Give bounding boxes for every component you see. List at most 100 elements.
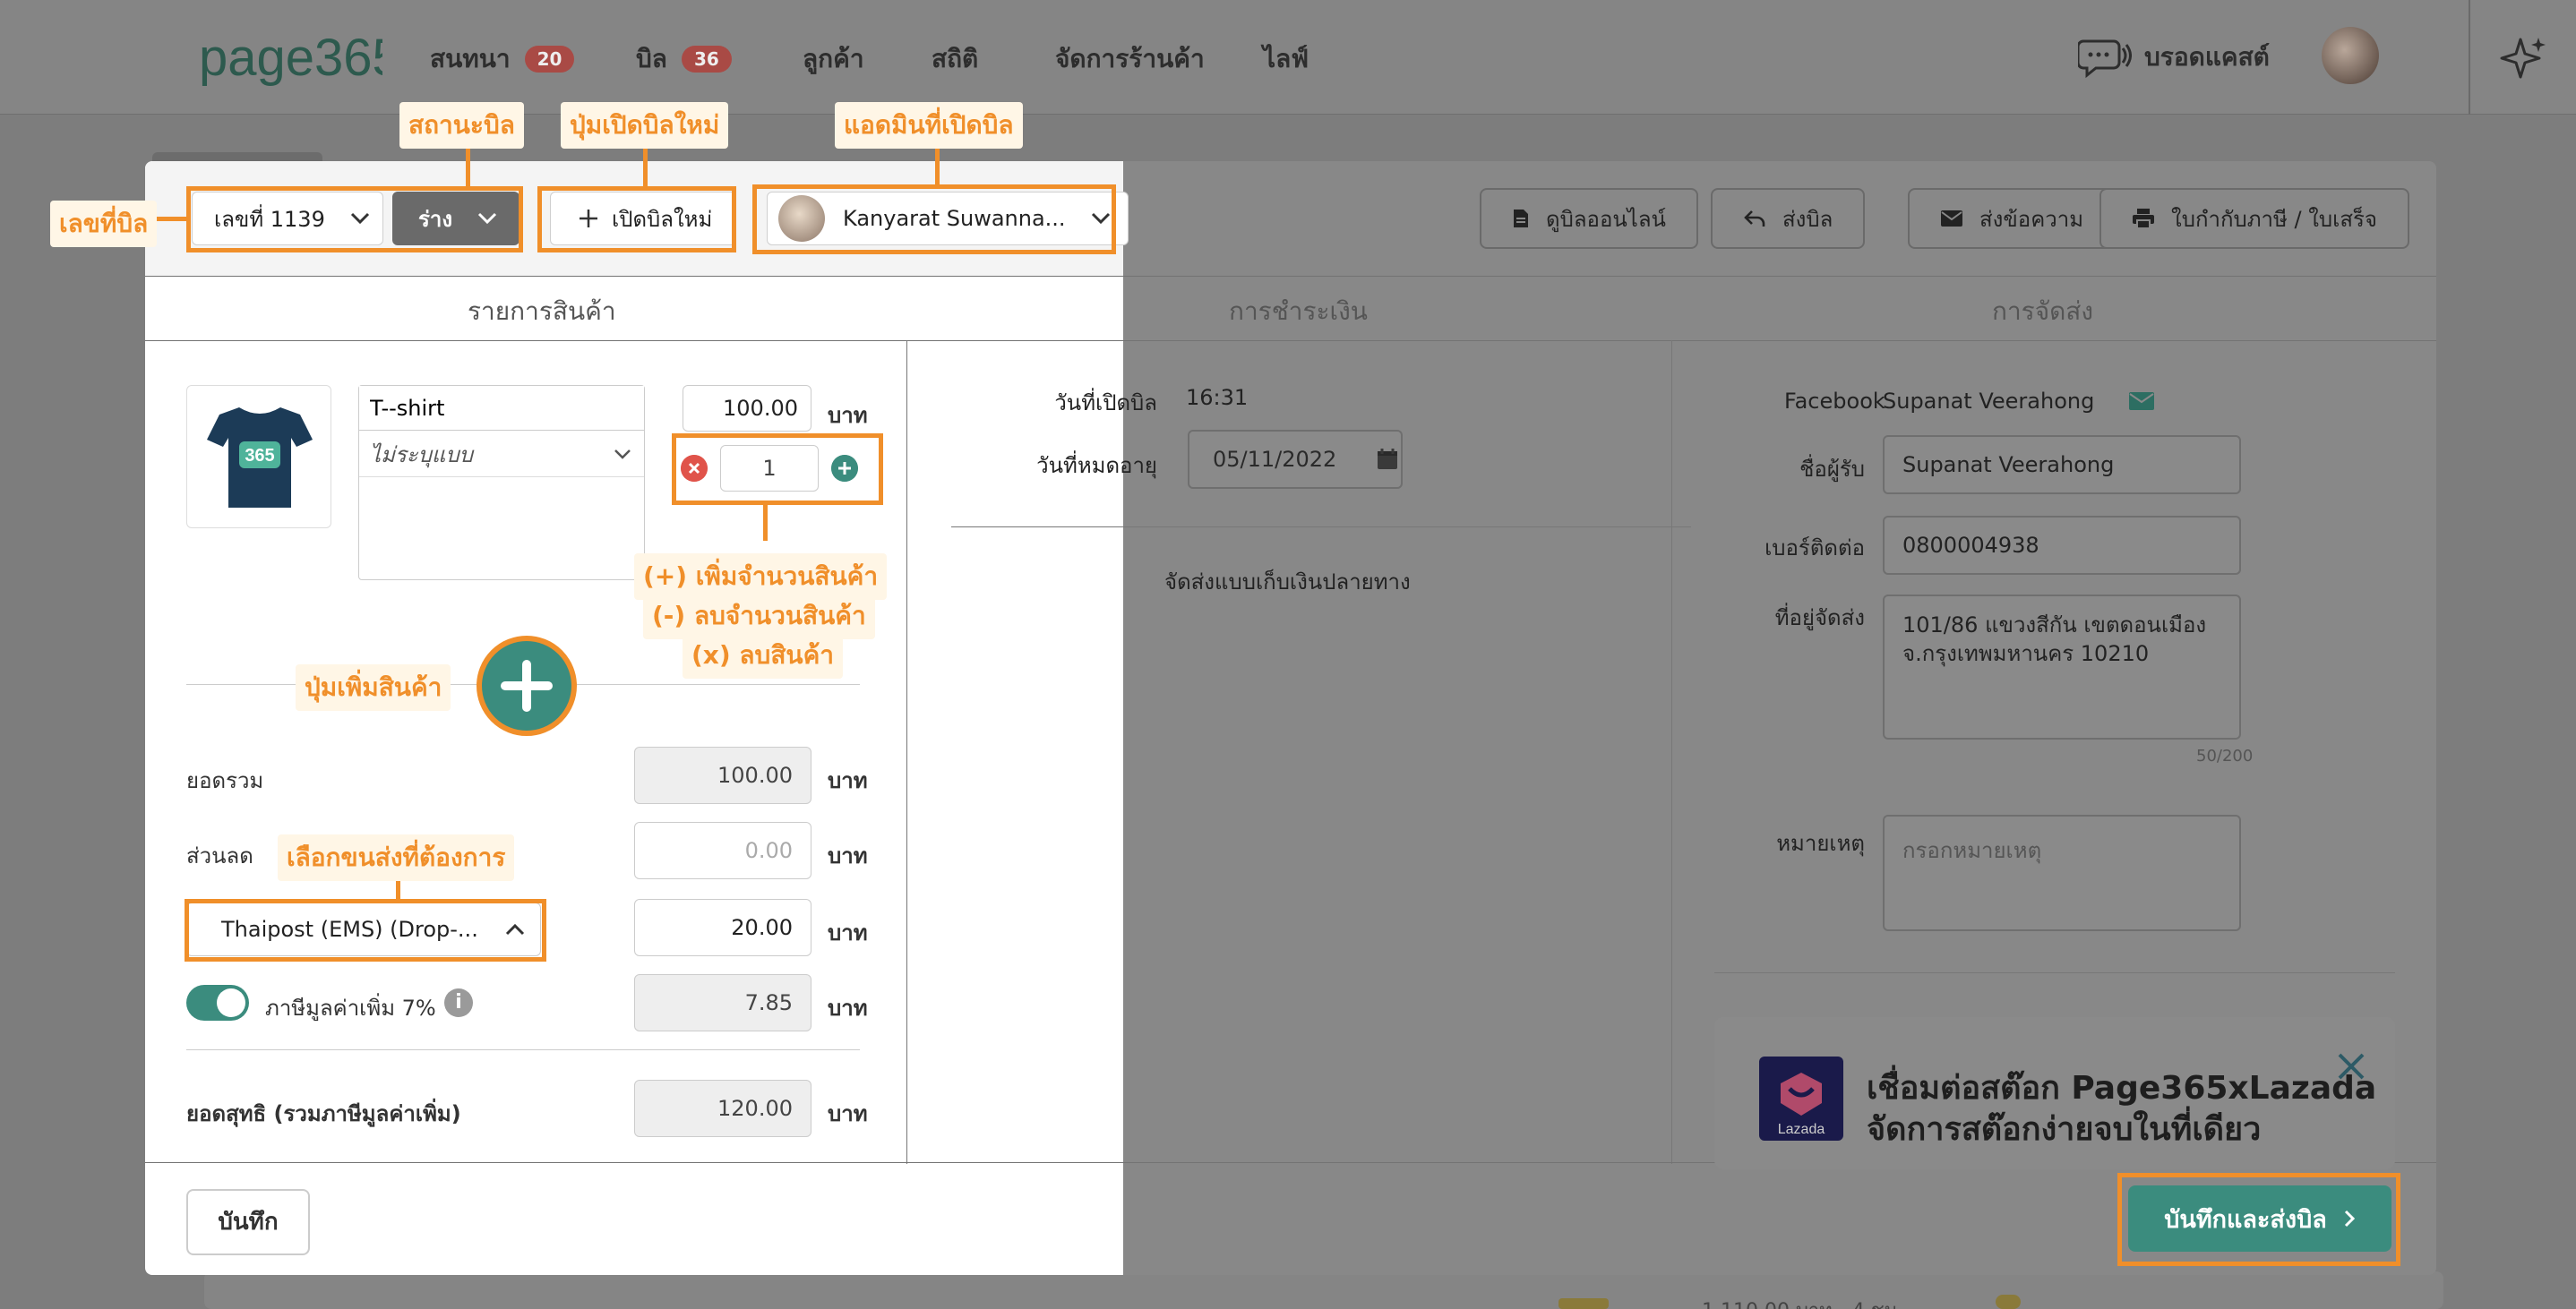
tab-products: รายการสินค้า	[468, 296, 616, 326]
broadcast-button[interactable]: บรอดแคสต์	[2078, 32, 2270, 82]
nav-stats[interactable]: สถิติ	[932, 39, 978, 79]
reply-icon	[1744, 210, 1765, 227]
nav-live-label: ไลฟ์	[1263, 44, 1309, 73]
send-message-button[interactable]: ส่งข้อความ	[1908, 188, 2117, 249]
recipient-label: ชื่อผู้รับ	[1799, 457, 1865, 482]
nav-live[interactable]: ไลฟ์	[1263, 39, 1309, 79]
discount-input[interactable]: 0.00	[634, 822, 811, 879]
plus-icon	[501, 660, 553, 712]
admin-highlight	[752, 184, 1116, 254]
net-total-label: ยอดสุทธิ (รวมภาษีมูลค่าเพิ่ม)	[186, 1101, 461, 1126]
discount-label: ส่วนลด	[186, 843, 253, 868]
facebook-label: Facebook	[1784, 389, 1885, 414]
tax-invoice-label: ใบกำกับภาษี / ใบเสร็จ	[2171, 206, 2377, 232]
facebook-name: Supanat Veerahong	[1883, 389, 2095, 414]
tax-invoice-button[interactable]: ใบกำกับภาษี / ใบเสร็จ	[2099, 188, 2409, 249]
shipping-highlight	[185, 899, 546, 962]
close-icon[interactable]	[2334, 1049, 2368, 1083]
product-name-input[interactable]	[359, 386, 644, 431]
annotation-connector	[152, 217, 190, 221]
toggle-knob	[217, 988, 245, 1017]
lazada-heart-icon: Lazada	[1778, 1073, 1825, 1137]
lazada-promo-subtitle: จัดการสต๊อกง่ายจบในที่เดียว	[1867, 1111, 2262, 1148]
nav-customers-label: ลูกค้า	[803, 44, 864, 73]
product-image: 365	[186, 385, 331, 528]
shipping-currency: บาท	[828, 920, 868, 945]
nav-store-label: จัดการร้านค้า	[1055, 44, 1205, 73]
nav-store-management[interactable]: จัดการร้านค้า	[1055, 39, 1205, 79]
header-divider	[145, 276, 2436, 277]
send-bill-label: ส่งบิล	[1782, 206, 1833, 232]
vat-label: ภาษีมูลค่าเพิ่ม 7%	[265, 996, 436, 1021]
background-row-text: 1,110.00 บาท - 4 ชม.	[1702, 1295, 1903, 1309]
tab-divider	[145, 340, 2436, 341]
expire-date-value: 05/11/2022	[1213, 447, 1337, 472]
topbar-divider	[2469, 0, 2470, 115]
annotation-status: สถานะบิล	[399, 102, 524, 149]
address-char-counter: 50/200	[2196, 747, 2254, 766]
logo-text: page365	[199, 29, 382, 87]
shipping-fee-input[interactable]: 20.00	[634, 899, 811, 956]
background-dot	[1996, 1295, 2021, 1309]
payment-divider	[951, 526, 1691, 527]
vat-value: 7.85	[634, 974, 811, 1031]
nav-chat[interactable]: สนทนา 20	[430, 39, 575, 79]
price-input[interactable]: 100.00	[683, 385, 811, 432]
open-time: 16:31	[1186, 385, 1249, 410]
nav-bills[interactable]: บิล 36	[636, 39, 732, 79]
new-bill-highlight	[537, 186, 736, 252]
phone-input[interactable]: 0800004938	[1883, 516, 2241, 575]
annotation-add-product: ปุ่มเพิ่มสินค้า	[296, 664, 451, 711]
expire-date-input[interactable]: 05/11/2022	[1188, 430, 1403, 489]
save-and-send-button[interactable]: บันทึกและส่งบิล	[2128, 1185, 2391, 1252]
sparkle-icon[interactable]	[2499, 34, 2547, 82]
page365-logo[interactable]: page365	[199, 23, 382, 100]
tab-payment: การชำระเงิน	[1229, 296, 1368, 326]
bill-count-badge: 36	[681, 46, 732, 73]
variant-select[interactable]: ไม่ระบุแบบ	[359, 432, 644, 477]
subtotal-label: ยอดรวม	[186, 768, 264, 793]
save-button[interactable]: บันทึก	[186, 1189, 310, 1255]
mail-icon[interactable]	[2128, 390, 2155, 412]
net-currency: บาท	[828, 1101, 868, 1126]
nav-stats-label: สถิติ	[932, 44, 979, 73]
vat-currency: บาท	[828, 996, 868, 1021]
tshirt-icon: 365	[207, 407, 313, 508]
note-label: หมายเหตุ	[1776, 831, 1865, 856]
bill-modal: เลขที่ 1139 ร่าง เปิดบิลใหม่ Kanyarat Su…	[145, 161, 2436, 1275]
column-divider	[1671, 340, 1672, 1164]
vat-toggle[interactable]	[186, 985, 249, 1021]
info-icon[interactable]: i	[444, 988, 473, 1017]
address-textarea[interactable]: 101/86 แขวงสีกัน เขตดอนเมือง จ.กรุงเทพมห…	[1883, 595, 2241, 740]
lazada-logo-text: Lazada	[1778, 1122, 1825, 1137]
quantity-highlight	[672, 433, 883, 505]
nav-chat-label: สนทนา	[430, 44, 511, 73]
broadcast-icon	[2078, 39, 2132, 79]
user-avatar[interactable]	[2322, 27, 2379, 84]
annotation-qty-remove: (x) ลบสินค้า	[683, 632, 844, 679]
background-bill-row	[204, 1271, 2443, 1309]
background-tag	[1558, 1298, 1609, 1309]
subtotal-value: 100.00	[634, 747, 811, 804]
view-online-bill-button[interactable]: ดูบิลออนไลน์	[1480, 188, 1698, 249]
product-name-box: ไม่ระบุแบบ	[358, 385, 645, 580]
note-textarea[interactable]: กรอกหมายเหตุ	[1883, 815, 2241, 931]
annotation-bill-number: เลขที่บิล	[50, 201, 158, 247]
send-message-label: ส่งข้อความ	[1979, 206, 2084, 232]
recipient-input[interactable]: Supanat Veerahong	[1883, 435, 2241, 494]
printer-icon	[2133, 209, 2154, 229]
chevron-down-icon	[614, 449, 631, 459]
view-online-label: ดูบิลออนไลน์	[1546, 206, 1666, 232]
price-currency: บาท	[828, 403, 868, 428]
column-divider	[906, 340, 907, 1164]
document-icon	[1514, 210, 1528, 227]
net-total-value: 120.00	[634, 1080, 811, 1137]
calendar-icon	[1378, 449, 1398, 469]
send-bill-button[interactable]: ส่งบิล	[1711, 188, 1866, 249]
shipping-divider	[1714, 972, 2395, 973]
add-product-button[interactable]	[477, 636, 577, 736]
address-label: ที่อยู่จัดส่ง	[1774, 605, 1865, 630]
address-line-2: จ.กรุงเทพมหานคร 10210	[1902, 641, 2150, 666]
address-line-1: 101/86 แขวงสีกัน เขตดอนเมือง	[1902, 612, 2207, 637]
nav-customers[interactable]: ลูกค้า	[803, 39, 864, 79]
